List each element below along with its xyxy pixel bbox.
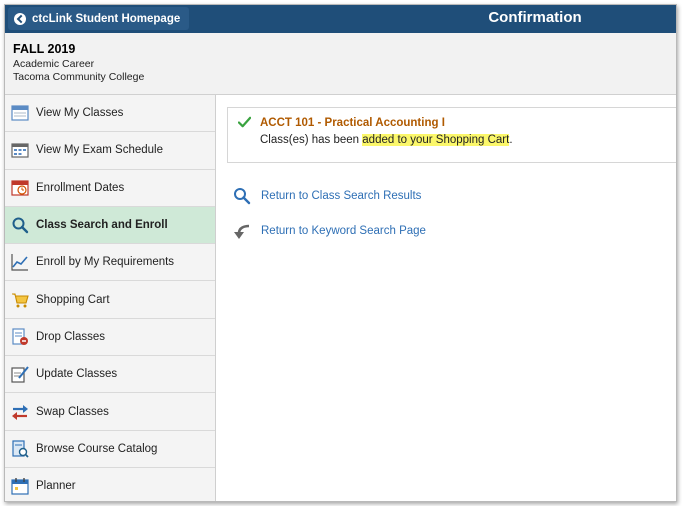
- drop-doc-icon: [12, 328, 28, 345]
- app-window: ctcLink Student Homepage Confirmation FA…: [4, 4, 677, 502]
- catalog-icon: [12, 440, 29, 458]
- return-to-class-search-link[interactable]: Return to Class Search Results: [233, 187, 421, 205]
- status-suffix: .: [509, 134, 513, 146]
- sidebar-item-drop-classes[interactable]: Drop Classes: [5, 318, 215, 357]
- main-content: ACCT 101 - Practical Accounting I Class(…: [217, 95, 676, 501]
- edit-doc-icon: [11, 366, 29, 383]
- shopping-cart-icon: [12, 293, 29, 308]
- sidebar-item-class-search-and-enroll[interactable]: Class Search and Enroll: [5, 206, 215, 245]
- return-to-keyword-search-link[interactable]: Return to Keyword Search Page: [233, 222, 426, 240]
- back-to-homepage-button[interactable]: ctcLink Student Homepage: [8, 7, 190, 30]
- status-text: Class(es) has been added to your Shoppin…: [260, 134, 676, 146]
- return-to-keyword-search-label: Return to Keyword Search Page: [261, 225, 426, 237]
- career-label: Academic Career: [13, 58, 95, 70]
- sidebar-item-label: View My Classes: [36, 107, 124, 120]
- back-chevron-icon: [14, 12, 26, 25]
- sidebar-item-view-my-exam-schedule[interactable]: View My Exam Schedule: [5, 132, 215, 170]
- trend-chart-icon: [11, 254, 28, 271]
- planner-icon: [11, 478, 29, 495]
- confirmation-message: ACCT 101 - Practical Accounting I Class(…: [227, 107, 676, 163]
- sidebar-item-label: Swap Classes: [36, 405, 109, 418]
- clock-calendar-icon: [11, 180, 29, 196]
- checkmark-icon: [238, 116, 251, 128]
- return-arrow-icon: [234, 224, 250, 239]
- term-label: FALL 2019: [13, 42, 76, 56]
- back-button-label: ctcLink Student Homepage: [32, 12, 181, 25]
- sidebar-item-label: Update Classes: [36, 368, 118, 381]
- sidebar-item-label: Enroll by My Requirements: [36, 256, 175, 269]
- sidebar-item-enrollment-dates[interactable]: Enrollment Dates: [5, 169, 215, 207]
- calendar-icon: [11, 105, 29, 121]
- swap-arrows-icon: [12, 404, 28, 420]
- context-panel: FALL 2019 Academic Career Tacoma Communi…: [5, 33, 676, 95]
- exam-calendar-icon: [11, 143, 29, 159]
- course-title: ACCT 101 - Practical Accounting I: [260, 116, 445, 129]
- sidebar-item-label: Class Search and Enroll: [36, 219, 168, 232]
- sidebar-item-enroll-by-my-requirements[interactable]: Enroll by My Requirements: [5, 244, 215, 282]
- institution-label: Tacoma Community College: [13, 71, 145, 83]
- status-prefix: Class(es) has been: [260, 134, 363, 146]
- sidebar-item-label: Drop Classes: [36, 330, 106, 343]
- sidebar-item-label: Browse Course Catalog: [36, 442, 158, 455]
- sidebar-item-planner[interactable]: Planner: [5, 467, 215, 501]
- page-title: Confirmation: [488, 9, 582, 26]
- sidebar-item-label: Planner: [36, 480, 76, 493]
- status-highlight: added to your Shopping Cart: [362, 134, 510, 146]
- sidebar-item-label: Enrollment Dates: [36, 181, 125, 194]
- search-icon: [12, 217, 29, 234]
- search-icon: [234, 188, 251, 205]
- sidebar-item-label: View My Exam Schedule: [36, 144, 163, 157]
- top-bar: ctcLink Student Homepage Confirmation: [5, 5, 676, 33]
- sidebar-item-swap-classes[interactable]: Swap Classes: [5, 393, 215, 431]
- sidebar-item-update-classes[interactable]: Update Classes: [5, 356, 215, 394]
- sidebar-item-shopping-cart[interactable]: Shopping Cart: [5, 281, 215, 319]
- return-to-class-search-label: Return to Class Search Results: [261, 190, 422, 202]
- sidebar-item-view-my-classes[interactable]: View My Classes: [5, 95, 215, 133]
- sidebar-nav: View My Classes View My Exam Schedule En…: [5, 95, 216, 501]
- sidebar-item-browse-course-catalog[interactable]: Browse Course Catalog: [5, 430, 215, 468]
- sidebar-item-label: Shopping Cart: [36, 293, 110, 306]
